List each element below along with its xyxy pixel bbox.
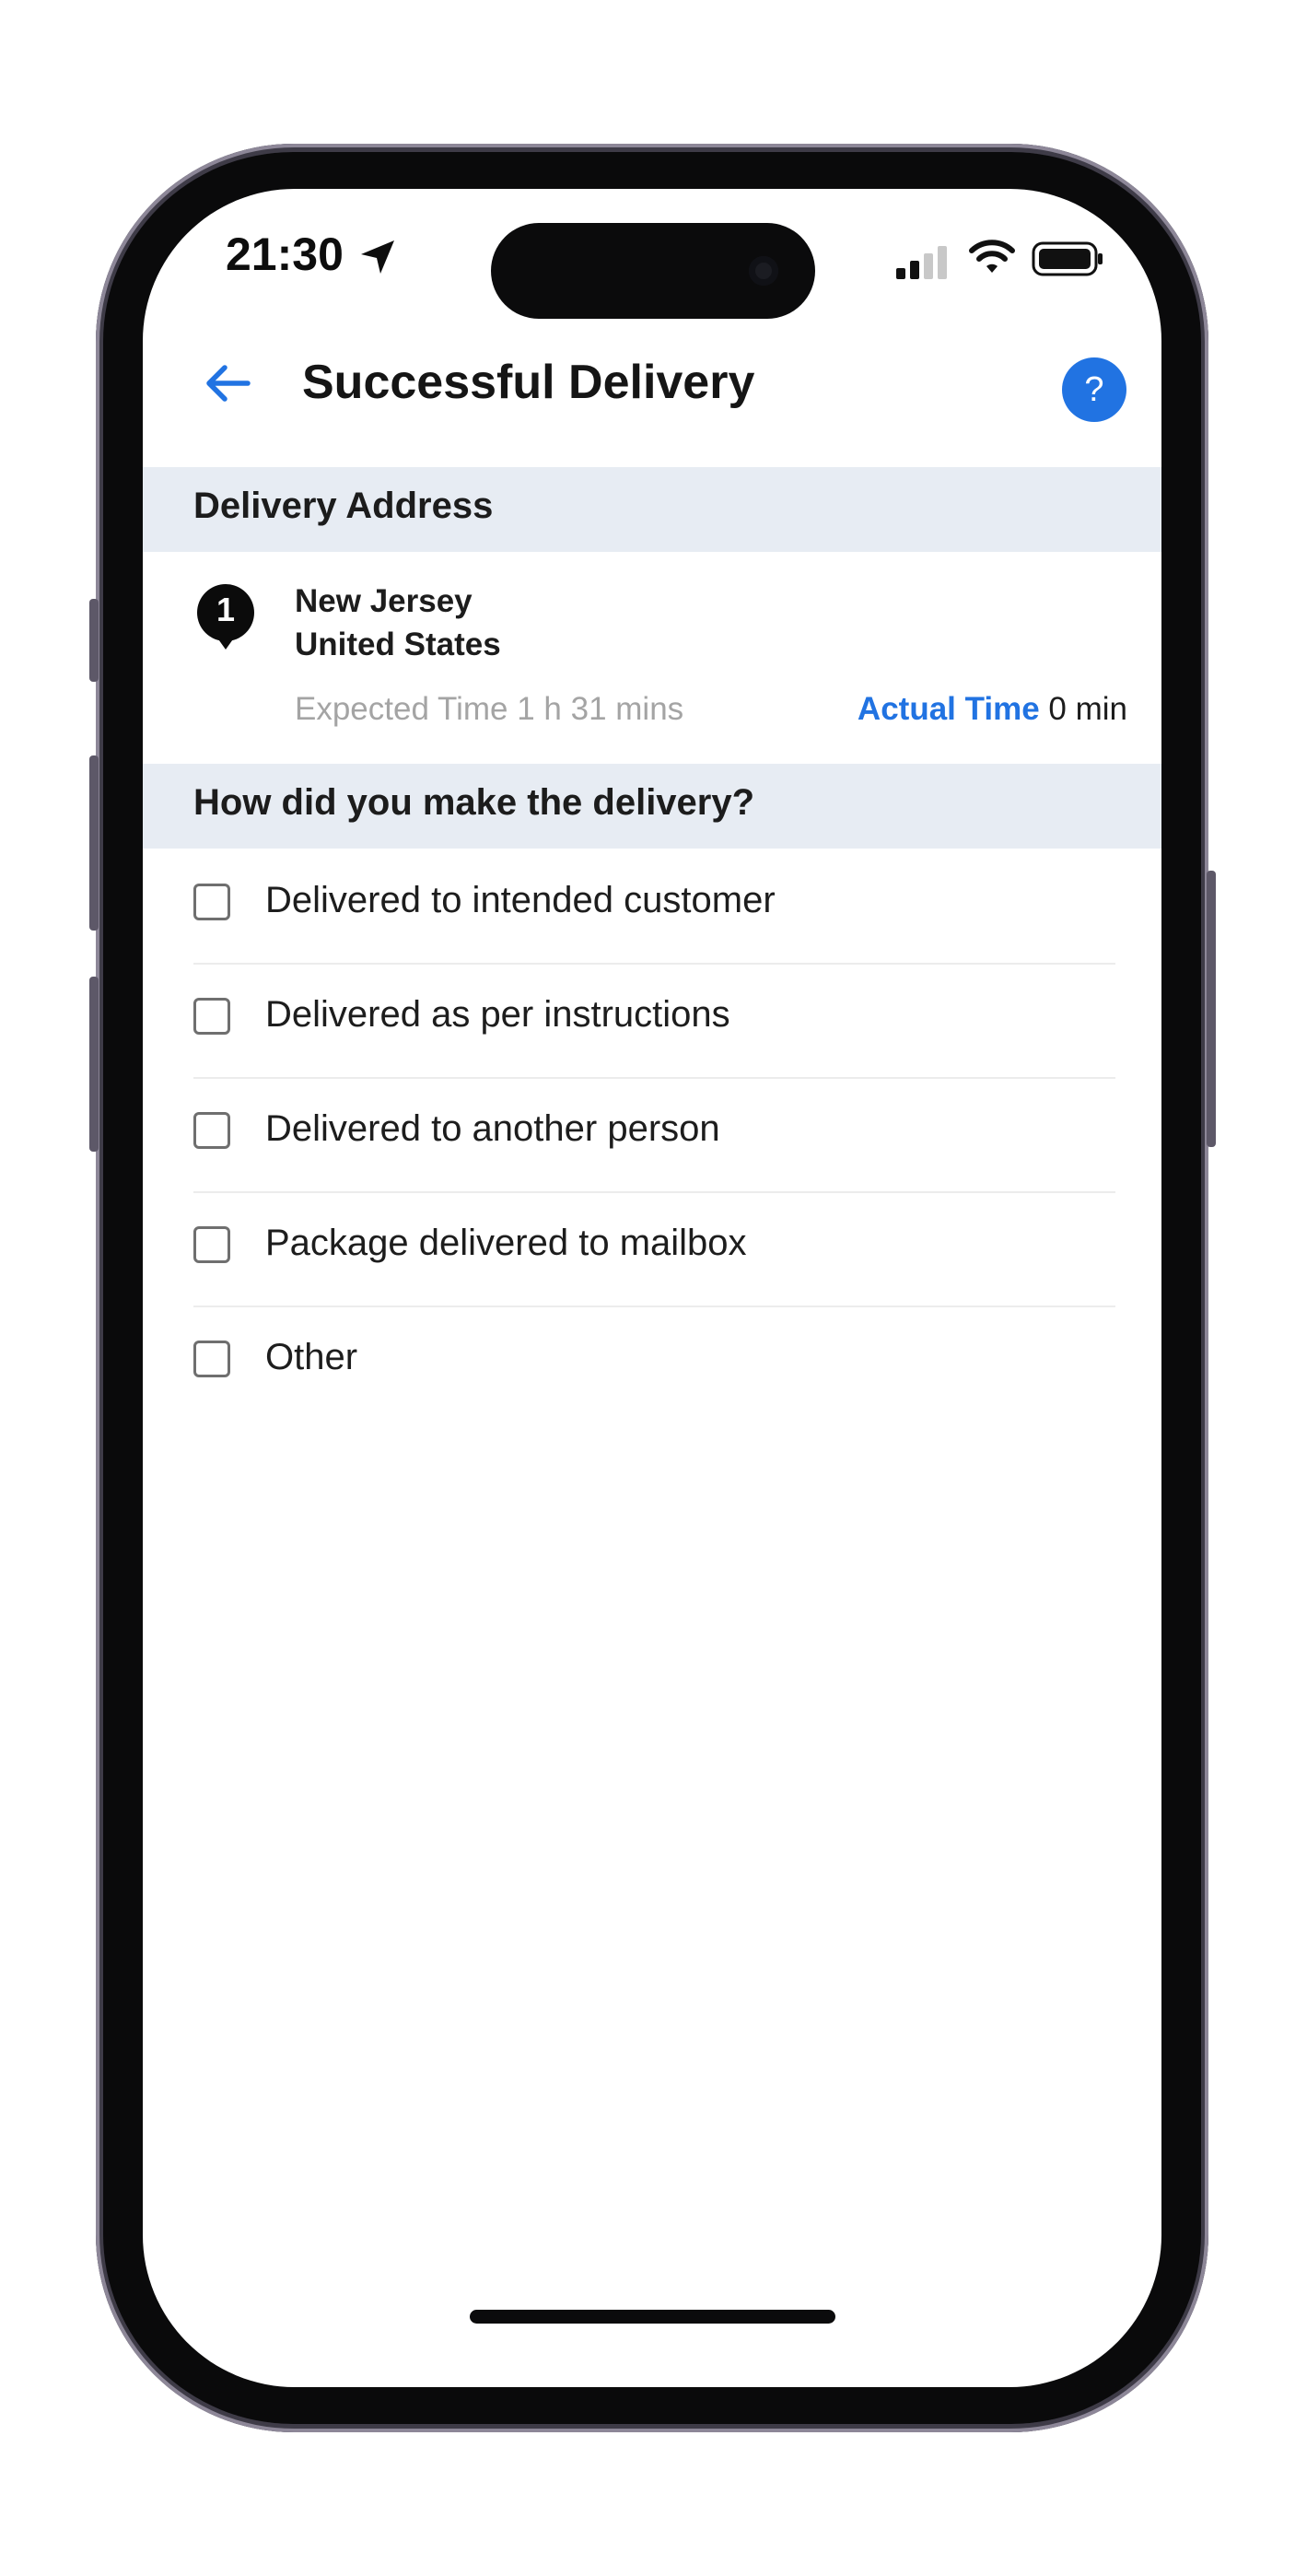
option-delivered-to-another-person[interactable]: Delivered to another person [193, 1077, 1115, 1193]
stop-number: 1 [216, 591, 236, 628]
volume-up-button [89, 755, 99, 931]
phone-screen: 21:30 Successful Delivery ? Delivery Add… [143, 189, 1161, 2387]
address-line-2: United States [295, 626, 501, 662]
page-title: Successful Delivery [302, 356, 755, 409]
option-delivered-to-intended-customer[interactable]: Delivered to intended customer [193, 849, 1115, 965]
option-delivered-as-per-instructions[interactable]: Delivered as per instructions [193, 963, 1115, 1079]
expected-time: Expected Time 1 h 31 mins [295, 691, 684, 727]
option-label: Delivered to intended customer [265, 880, 776, 920]
checkbox[interactable] [193, 1112, 230, 1149]
checkbox[interactable] [193, 1226, 230, 1263]
wifi-icon [969, 240, 1015, 273]
checkbox[interactable] [193, 884, 230, 920]
actual-time: Actual Time 0 min [858, 691, 1127, 728]
stop-marker: 1 [196, 583, 255, 655]
actual-time-label: Actual Time [857, 691, 1040, 727]
delivery-address-section-header: Delivery Address [143, 467, 1161, 552]
checkbox[interactable] [193, 1341, 230, 1377]
page: 21:30 Successful Delivery ? Delivery Add… [0, 0, 1307, 2576]
dynamic-island [491, 223, 815, 319]
address-line-1: New Jersey [295, 583, 473, 619]
section-title: Delivery Address [193, 486, 494, 526]
option-label: Package delivered to mailbox [265, 1223, 747, 1263]
option-other[interactable]: Other [193, 1306, 1115, 1420]
volume-down-button [89, 977, 99, 1152]
battery-icon [1032, 241, 1103, 276]
home-indicator[interactable] [470, 2310, 835, 2324]
help-button[interactable]: ? [1062, 357, 1126, 422]
option-package-delivered-to-mailbox[interactable]: Package delivered to mailbox [193, 1191, 1115, 1307]
location-arrow-icon [361, 240, 394, 274]
power-button [1207, 871, 1216, 1147]
actual-time-value: 0 min [1048, 691, 1127, 727]
section-title: How did you make the delivery? [193, 782, 755, 823]
delivery-method-section-header: How did you make the delivery? [143, 764, 1161, 849]
option-label: Delivered as per instructions [265, 994, 730, 1035]
checkbox[interactable] [193, 998, 230, 1035]
option-label: Delivered to another person [265, 1108, 720, 1149]
option-label: Other [265, 1337, 358, 1377]
cellular-signal-icon [896, 246, 947, 279]
status-time: 21:30 [226, 228, 344, 280]
front-camera [749, 256, 778, 286]
arrow-left-icon[interactable] [200, 360, 257, 406]
action-button [89, 599, 99, 682]
